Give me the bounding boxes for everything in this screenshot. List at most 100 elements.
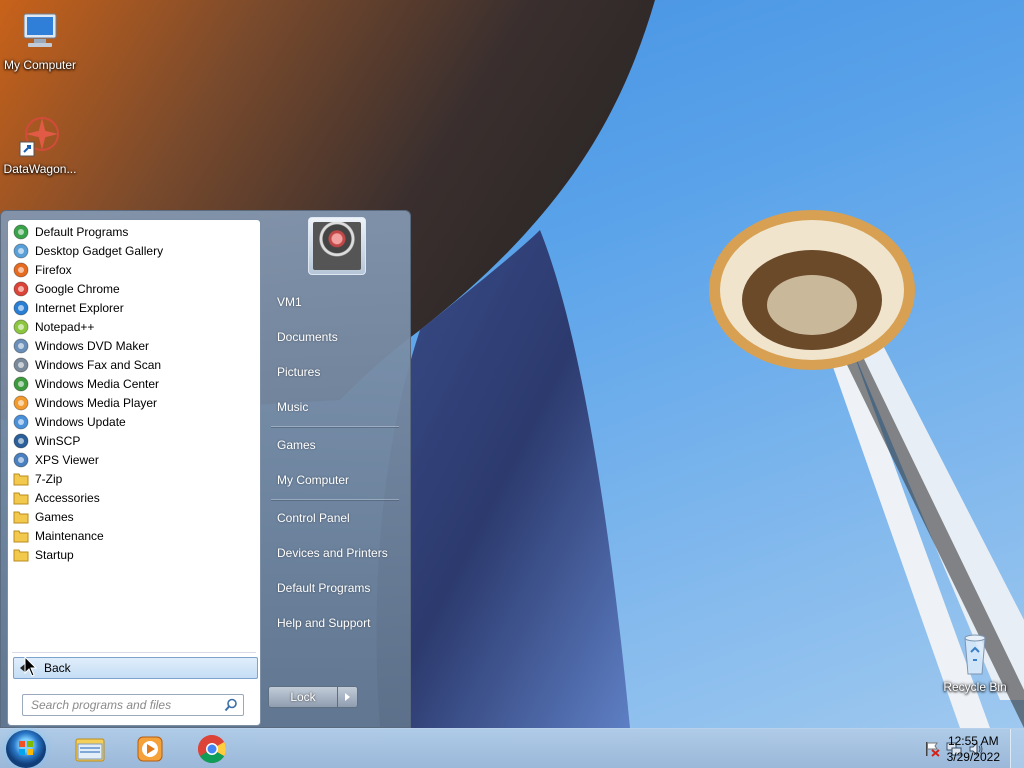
back-button[interactable]: Back	[13, 657, 258, 679]
start-menu: Default Programs Desktop Gadget Gallery Fi…	[0, 210, 411, 728]
start-link-games[interactable]: Games	[277, 438, 316, 452]
program-label: Windows Update	[35, 414, 126, 429]
firefox-icon	[13, 262, 29, 278]
program-item[interactable]: Firefox	[8, 260, 260, 279]
program-label: Accessories	[35, 490, 100, 505]
divider	[271, 426, 399, 428]
start-menu-right-pane: VM1 Documents Pictures Music Games My Co…	[263, 211, 411, 729]
search-placeholder: Search programs and files	[31, 698, 172, 712]
program-label: Games	[35, 509, 74, 524]
clock-time: 12:55 AM	[947, 734, 999, 748]
folder-icon	[13, 547, 29, 563]
program-label: XPS Viewer	[35, 452, 99, 467]
program-label: Windows Media Center	[35, 376, 160, 391]
mouse-cursor-icon	[24, 656, 38, 677]
datawagon-shortcut-icon	[16, 112, 64, 160]
taskbar-media-player[interactable]	[124, 731, 176, 767]
desktop-icon-recycle-bin[interactable]: Recycle Bin	[935, 630, 1015, 694]
program-label: Windows Fax and Scan	[35, 357, 162, 372]
chrome-icon	[198, 735, 226, 763]
program-label: Windows Media Player	[35, 395, 158, 410]
program-item[interactable]: Windows Update	[8, 412, 260, 431]
internet-explorer-icon	[13, 300, 29, 316]
program-label: Maintenance	[35, 528, 104, 543]
search-icon	[224, 698, 237, 712]
program-item[interactable]: Desktop Gadget Gallery	[8, 241, 260, 260]
folder-icon	[13, 471, 29, 487]
divider	[12, 652, 256, 653]
all-programs-pane: Default Programs Desktop Gadget Gallery Fi…	[7, 219, 261, 726]
arrow-right-icon	[345, 693, 350, 701]
start-link-help-support[interactable]: Help and Support	[277, 616, 370, 630]
program-item[interactable]: Default Programs	[8, 222, 260, 241]
folder-icon	[13, 528, 29, 544]
xps-viewer-icon	[13, 452, 29, 468]
start-link-documents[interactable]: Documents	[277, 330, 338, 344]
desktop-icon-my-computer[interactable]: My Computer	[0, 8, 80, 72]
gadget-gallery-icon	[13, 243, 29, 259]
program-item[interactable]: Accessories	[8, 488, 260, 507]
start-link-pictures[interactable]: Pictures	[277, 365, 320, 379]
chrome-icon	[13, 281, 29, 297]
explorer-icon	[75, 738, 105, 762]
program-list: Default Programs Desktop Gadget Gallery Fi…	[8, 220, 260, 564]
start-link-my-computer[interactable]: My Computer	[277, 473, 349, 487]
program-item[interactable]: Games	[8, 507, 260, 526]
divider	[271, 499, 399, 501]
program-item[interactable]: WinSCP	[8, 431, 260, 450]
program-item[interactable]: Windows Fax and Scan	[8, 355, 260, 374]
program-label: WinSCP	[35, 433, 81, 448]
program-item[interactable]: Maintenance	[8, 526, 260, 545]
default-programs-icon	[13, 224, 29, 240]
program-item[interactable]: Startup	[8, 545, 260, 564]
clock-date: 3/29/2022	[946, 750, 1000, 764]
taskbar: 12:55 AM 3/29/2022	[0, 728, 1024, 768]
start-link-control-panel[interactable]: Control Panel	[277, 511, 350, 525]
taskbar-explorer[interactable]	[64, 731, 116, 767]
start-link-music[interactable]: Music	[277, 400, 308, 414]
program-item[interactable]: Notepad++	[8, 317, 260, 336]
program-label: Startup	[35, 547, 74, 562]
program-label: Notepad++	[35, 319, 95, 334]
start-link-vm1[interactable]: VM1	[277, 295, 302, 309]
program-item[interactable]: Internet Explorer	[8, 298, 260, 317]
program-label: Google Chrome	[35, 281, 120, 296]
media-player-icon	[137, 736, 163, 762]
program-label: Desktop Gadget Gallery	[35, 243, 164, 258]
program-label: Firefox	[35, 262, 72, 277]
shutdown-options-button[interactable]	[338, 686, 358, 708]
media-player-icon	[13, 395, 29, 411]
back-label: Back	[44, 661, 71, 675]
program-label: Default Programs	[35, 224, 129, 239]
user-avatar[interactable]	[308, 217, 366, 275]
clock[interactable]: 12:55 AM 3/29/2022	[947, 733, 1000, 765]
recycle-bin-icon	[951, 630, 999, 678]
program-label: 7-Zip	[35, 471, 63, 486]
program-item[interactable]: Windows DVD Maker	[8, 336, 260, 355]
program-label: Internet Explorer	[35, 300, 124, 315]
windows-logo-icon	[19, 741, 33, 755]
notepadpp-icon	[13, 319, 29, 335]
program-item[interactable]: Google Chrome	[8, 279, 260, 298]
start-link-default-programs[interactable]: Default Programs	[277, 581, 370, 595]
program-item[interactable]: 7-Zip	[8, 469, 260, 488]
fax-scan-icon	[13, 357, 29, 373]
start-link-devices-printers[interactable]: Devices and Printers	[277, 546, 388, 560]
folder-icon	[13, 490, 29, 506]
taskbar-chrome[interactable]	[186, 731, 238, 767]
computer-icon	[16, 8, 64, 56]
program-label: Windows DVD Maker	[35, 338, 150, 353]
program-item[interactable]: Windows Media Player	[8, 393, 260, 412]
lock-button[interactable]: Lock	[268, 686, 338, 708]
desktop-icon-datawagon[interactable]: DataWagon...	[0, 112, 80, 176]
start-button[interactable]	[6, 730, 46, 768]
program-item[interactable]: XPS Viewer	[8, 450, 260, 469]
dvd-maker-icon	[13, 338, 29, 354]
show-desktop-button[interactable]	[1010, 729, 1024, 768]
search-input[interactable]: Search programs and files	[22, 694, 244, 716]
program-item[interactable]: Windows Media Center	[8, 374, 260, 393]
action-center-flag-icon[interactable]	[924, 741, 940, 757]
windows-update-icon	[13, 414, 29, 430]
winscp-icon	[13, 433, 29, 449]
media-center-icon	[13, 376, 29, 392]
